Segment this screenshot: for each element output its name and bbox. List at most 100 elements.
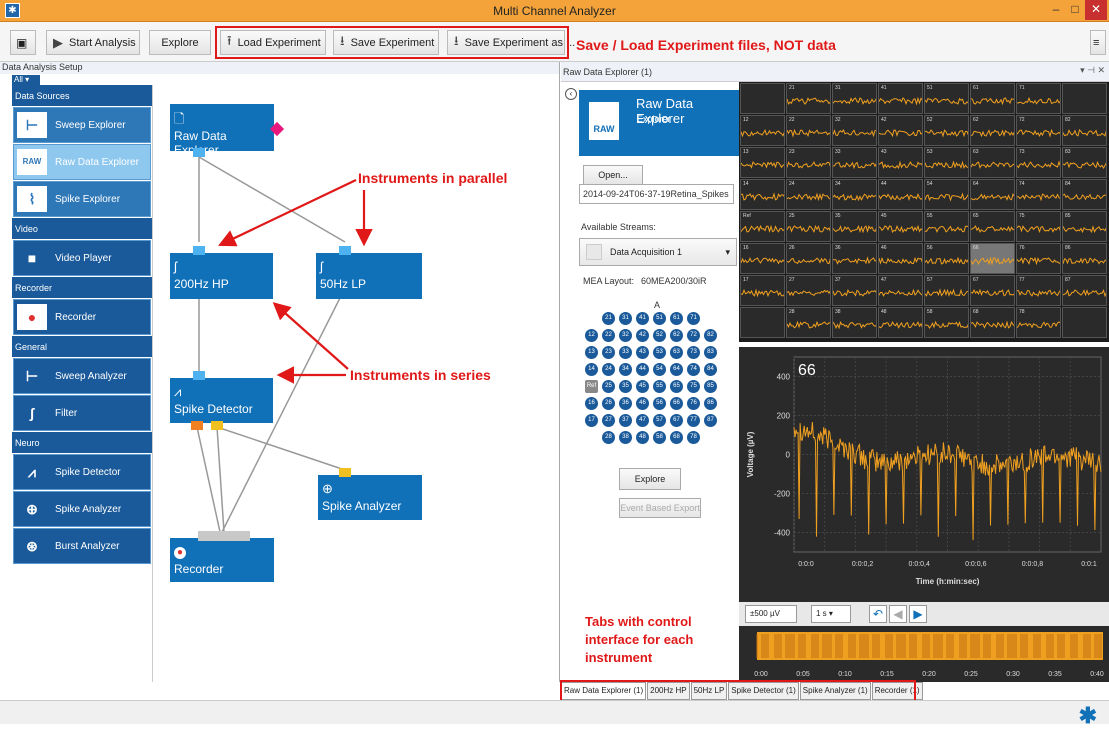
electrode-84[interactable]: 84: [704, 363, 717, 376]
node-50hz-lp[interactable]: ʃ 50Hz LP: [316, 253, 422, 299]
electrode-58[interactable]: 58: [653, 431, 666, 444]
electrode-21[interactable]: 21: [602, 312, 615, 325]
electrode-77[interactable]: 77: [687, 414, 700, 427]
panel-toggle-button[interactable]: ▣: [10, 30, 36, 55]
node-spike-analyzer[interactable]: ⊕ Spike Analyzer: [318, 475, 422, 520]
electrode-74[interactable]: 74: [687, 363, 700, 376]
electrode-71[interactable]: 71: [687, 312, 700, 325]
channel-cell[interactable]: 38: [832, 307, 877, 338]
channel-cell[interactable]: 65: [970, 211, 1015, 242]
file-name-field[interactable]: 2014-09-24T06-37-19Retina_Spikes: [579, 184, 734, 204]
electrode-38[interactable]: 38: [619, 431, 632, 444]
channel-cell[interactable]: 48: [878, 307, 923, 338]
channel-cell[interactable]: 56: [924, 243, 969, 274]
electrode-75[interactable]: 75: [687, 380, 700, 393]
channel-cell[interactable]: 22: [786, 115, 831, 146]
electrode-43[interactable]: 43: [636, 346, 649, 359]
channel-cell[interactable]: 86: [1062, 243, 1107, 274]
node-recorder[interactable]: ● Recorder: [170, 538, 274, 582]
electrode-ref[interactable]: Ref: [585, 380, 598, 393]
input-port[interactable]: [193, 246, 205, 255]
channel-cell[interactable]: 67: [970, 275, 1015, 306]
channel-cell[interactable]: 85: [1062, 211, 1107, 242]
stream-select[interactable]: Data Acquisition 1 ▾: [579, 238, 737, 266]
electrode-83[interactable]: 83: [704, 346, 717, 359]
channel-cell[interactable]: 73: [1016, 147, 1061, 178]
channel-cell[interactable]: 32: [832, 115, 877, 146]
electrode-73[interactable]: 73: [687, 346, 700, 359]
channel-cell[interactable]: 82: [1062, 115, 1107, 146]
electrode-34[interactable]: 34: [619, 363, 632, 376]
channel-cell[interactable]: 66: [970, 243, 1015, 274]
channel-cell[interactable]: 45: [878, 211, 923, 242]
channel-cell[interactable]: 77: [1016, 275, 1061, 306]
electrode-86[interactable]: 86: [704, 397, 717, 410]
collapse-icon[interactable]: ‹: [565, 88, 577, 100]
back-icon[interactable]: ◀: [889, 605, 907, 623]
channel-cell[interactable]: 47: [878, 275, 923, 306]
electrode-57[interactable]: 57: [653, 414, 666, 427]
explore-button[interactable]: Explore: [619, 468, 681, 490]
electrode-53[interactable]: 53: [653, 346, 666, 359]
node-raw-data-explorer[interactable]: 🗋 Raw Data Explorer: [170, 104, 274, 157]
channel-cell[interactable]: [740, 83, 785, 114]
channel-cell[interactable]: 31: [832, 83, 877, 114]
output-port[interactable]: [193, 148, 205, 157]
channel-cell[interactable]: 75: [1016, 211, 1061, 242]
electrode-12[interactable]: 12: [585, 329, 598, 342]
input-port[interactable]: [198, 531, 250, 541]
electrode-45[interactable]: 45: [636, 380, 649, 393]
channel-cell[interactable]: 16: [740, 243, 785, 274]
channel-cell[interactable]: 36: [832, 243, 877, 274]
channel-cell[interactable]: 53: [924, 147, 969, 178]
channel-cell[interactable]: 25: [786, 211, 831, 242]
channel-cell[interactable]: 51: [924, 83, 969, 114]
electrode-67[interactable]: 67: [670, 414, 683, 427]
electrode-35[interactable]: 35: [619, 380, 632, 393]
channel-cell[interactable]: 68: [970, 307, 1015, 338]
electrode-17[interactable]: 17: [585, 414, 598, 427]
electrode-16[interactable]: 16: [585, 397, 598, 410]
channel-cell[interactable]: 21: [786, 83, 831, 114]
channel-cell[interactable]: 12: [740, 115, 785, 146]
channel-cell[interactable]: 23: [786, 147, 831, 178]
electrode-32[interactable]: 32: [619, 329, 632, 342]
channel-cell[interactable]: 83: [1062, 147, 1107, 178]
node-200hz-hp[interactable]: ʃ 200Hz HP: [170, 253, 273, 299]
electrode-51[interactable]: 51: [653, 312, 666, 325]
electrode-72[interactable]: 72: [687, 329, 700, 342]
channel-cell[interactable]: 43: [878, 147, 923, 178]
channel-cell[interactable]: 55: [924, 211, 969, 242]
electrode-82[interactable]: 82: [704, 329, 717, 342]
channel-cell[interactable]: 46: [878, 243, 923, 274]
channel-cell[interactable]: 72: [1016, 115, 1061, 146]
input-port[interactable]: [339, 468, 351, 477]
electrode-23[interactable]: 23: [602, 346, 615, 359]
electrode-13[interactable]: 13: [585, 346, 598, 359]
channel-cell[interactable]: 76: [1016, 243, 1061, 274]
channel-cell[interactable]: 17: [740, 275, 785, 306]
electrode-14[interactable]: 14: [585, 363, 598, 376]
minimize-icon[interactable]: –: [1047, 0, 1065, 20]
output-port-spikes[interactable]: [191, 421, 203, 430]
time-window-select[interactable]: 1 s ▾: [811, 605, 851, 623]
electrode-25[interactable]: 25: [602, 380, 615, 393]
explore-button[interactable]: Explore: [149, 30, 211, 55]
input-port[interactable]: [193, 371, 205, 380]
channel-cell[interactable]: 52: [924, 115, 969, 146]
electrode-31[interactable]: 31: [619, 312, 632, 325]
channel-cell[interactable]: 61: [970, 83, 1015, 114]
electrode-54[interactable]: 54: [653, 363, 666, 376]
channel-cell[interactable]: 87: [1062, 275, 1107, 306]
channel-cell[interactable]: 37: [832, 275, 877, 306]
channel-cell[interactable]: 84: [1062, 179, 1107, 210]
electrode-42[interactable]: 42: [636, 329, 649, 342]
electrode-41[interactable]: 41: [636, 312, 649, 325]
channel-cell[interactable]: 27: [786, 275, 831, 306]
channel-cell[interactable]: 57: [924, 275, 969, 306]
electrode-56[interactable]: 56: [653, 397, 666, 410]
electrode-37[interactable]: 37: [619, 414, 632, 427]
electrode-85[interactable]: 85: [704, 380, 717, 393]
electrode-64[interactable]: 64: [670, 363, 683, 376]
electrode-24[interactable]: 24: [602, 363, 615, 376]
